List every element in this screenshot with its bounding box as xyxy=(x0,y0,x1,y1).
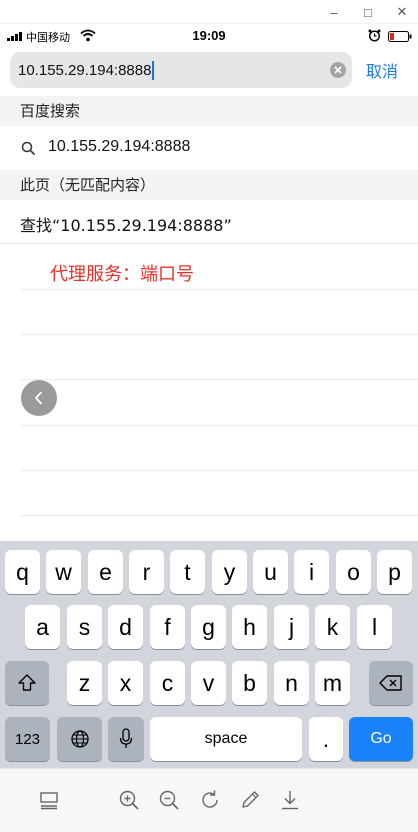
key-n[interactable]: n xyxy=(274,661,309,705)
text-caret xyxy=(152,61,155,80)
divider xyxy=(20,334,418,335)
key-j[interactable]: j xyxy=(274,605,309,649)
window-title-bar: – □ ✕ xyxy=(0,0,418,24)
status-bar: 中国移动 19:09 xyxy=(0,24,418,48)
key-r[interactable]: r xyxy=(129,550,164,594)
key-k[interactable]: k xyxy=(315,605,350,649)
key-h[interactable]: h xyxy=(232,605,267,649)
chevron-left-icon xyxy=(34,391,43,405)
key-u[interactable]: u xyxy=(253,550,288,594)
bottom-toolbar xyxy=(0,768,418,832)
edit-icon[interactable] xyxy=(239,789,261,811)
annotation-text: 代理服务：端口号 xyxy=(50,264,194,285)
backspace-icon xyxy=(379,675,402,691)
divider xyxy=(20,379,418,380)
key-w[interactable]: w xyxy=(46,550,81,594)
numbers-key[interactable]: 123 xyxy=(5,717,50,761)
key-i[interactable]: i xyxy=(294,550,329,594)
divider xyxy=(20,425,418,426)
section-header-this-page: 此页（无匹配内容） xyxy=(0,170,418,200)
clear-icon[interactable] xyxy=(330,62,346,78)
zoom-out-icon[interactable] xyxy=(158,789,180,811)
globe-key[interactable] xyxy=(57,717,102,761)
status-time: 19:09 xyxy=(192,28,226,43)
divider xyxy=(20,515,418,516)
key-f[interactable]: f xyxy=(150,605,185,649)
minimize-button[interactable]: – xyxy=(320,2,348,22)
shift-key[interactable] xyxy=(5,661,49,705)
find-in-page-item[interactable]: 查找“10.155.29.194:8888” xyxy=(0,200,418,244)
download-icon[interactable] xyxy=(279,789,301,811)
key-z[interactable]: z xyxy=(67,661,102,705)
space-key[interactable]: space xyxy=(150,717,302,761)
shift-icon xyxy=(18,674,36,691)
key-m[interactable]: m xyxy=(315,661,350,705)
find-in-page-text: 查找“10.155.29.194:8888” xyxy=(20,216,232,235)
suggestion-text: 10.155.29.194:8888 xyxy=(48,138,191,155)
key-e[interactable]: e xyxy=(88,550,123,594)
search-icon xyxy=(21,141,36,156)
refresh-icon[interactable] xyxy=(199,789,221,811)
cancel-button[interactable]: 取消 xyxy=(366,58,398,82)
key-p[interactable]: p xyxy=(377,550,412,594)
section-header-baidu: 百度搜索 xyxy=(0,96,418,126)
url-text: 10.155.29.194:8888 xyxy=(18,62,152,79)
key-g[interactable]: g xyxy=(191,605,226,649)
maximize-button[interactable]: □ xyxy=(354,2,382,22)
key-s[interactable]: s xyxy=(67,605,102,649)
divider xyxy=(20,470,418,471)
battery-icon xyxy=(388,31,412,42)
divider xyxy=(20,289,418,290)
address-bar: 10.155.29.194:8888 取消 xyxy=(0,48,418,94)
microphone-key[interactable] xyxy=(108,717,144,761)
key-c[interactable]: c xyxy=(150,661,185,705)
key-l[interactable]: l xyxy=(357,605,392,649)
period-key[interactable]: . xyxy=(309,717,343,761)
key-y[interactable]: y xyxy=(212,550,247,594)
alarm-icon xyxy=(368,29,381,42)
zoom-in-icon[interactable] xyxy=(118,789,140,811)
search-suggestion[interactable]: 10.155.29.194:8888 xyxy=(0,126,418,170)
keyboard: q w e r t y u i o p a s d f g h j k l z … xyxy=(0,541,418,768)
close-button[interactable]: ✕ xyxy=(388,2,416,22)
key-x[interactable]: x xyxy=(108,661,143,705)
microphone-icon xyxy=(119,728,133,748)
key-t[interactable]: t xyxy=(170,550,205,594)
delete-key[interactable] xyxy=(369,661,413,705)
tabs-icon[interactable] xyxy=(38,789,60,811)
key-v[interactable]: v xyxy=(191,661,226,705)
back-button[interactable] xyxy=(21,380,57,416)
key-q[interactable]: q xyxy=(5,550,40,594)
key-a[interactable]: a xyxy=(25,605,60,649)
key-b[interactable]: b xyxy=(232,661,267,705)
key-o[interactable]: o xyxy=(336,550,371,594)
url-input[interactable]: 10.155.29.194:8888 xyxy=(10,52,352,88)
go-button[interactable]: Go xyxy=(349,717,413,761)
globe-icon xyxy=(70,730,89,748)
key-d[interactable]: d xyxy=(108,605,143,649)
